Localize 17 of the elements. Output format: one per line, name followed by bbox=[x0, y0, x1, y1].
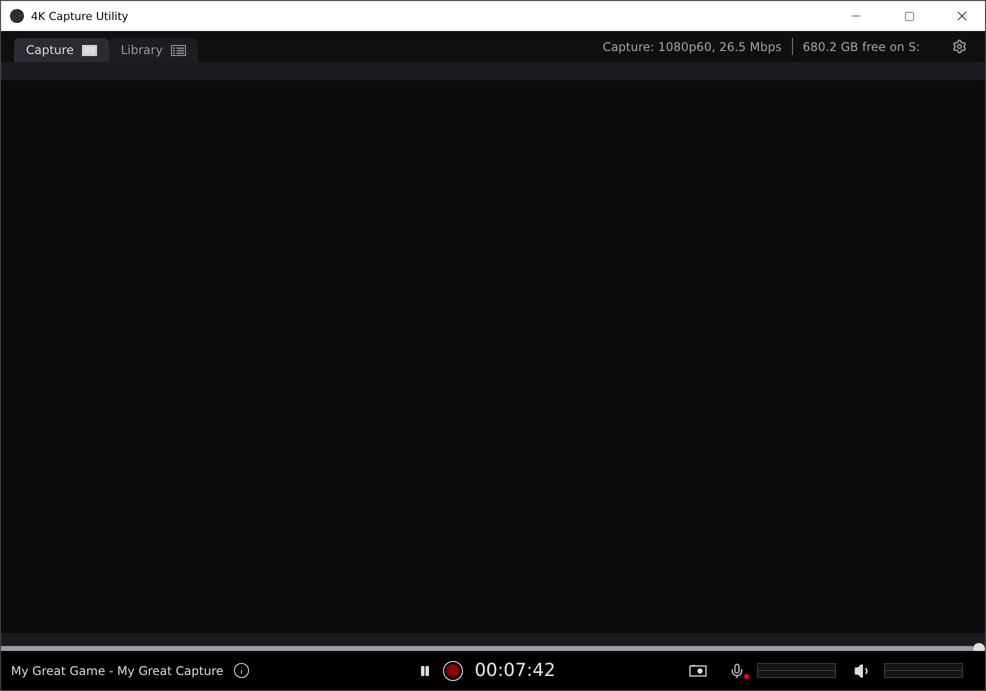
tab[interactable]: Capture bbox=[14, 38, 109, 62]
info-icon[interactable] bbox=[233, 662, 250, 679]
pause-button[interactable] bbox=[418, 664, 431, 676]
free-space-text: 680.2 GB free on S: bbox=[802, 40, 920, 54]
grid-icon bbox=[170, 44, 186, 56]
app-logo-icon bbox=[10, 9, 24, 23]
screenshot-button[interactable] bbox=[689, 664, 707, 677]
capture-title: My Great Game - My Great Capture bbox=[11, 664, 224, 678]
window-title: 4K Capture Utility bbox=[31, 10, 130, 22]
tab[interactable]: Library bbox=[108, 38, 198, 62]
settings-icon[interactable] bbox=[952, 39, 967, 54]
maximize-icon[interactable] bbox=[904, 10, 914, 22]
screen-icon bbox=[82, 44, 97, 56]
record-button[interactable] bbox=[442, 660, 463, 680]
capture-format-text: Capture: 1080p60, 26.5 Mbps bbox=[602, 40, 782, 54]
recording-timer: 00:07:42 bbox=[474, 660, 556, 681]
camera-icon bbox=[689, 664, 707, 677]
